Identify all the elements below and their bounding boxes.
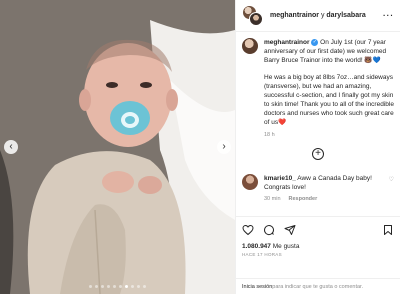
previous-slide-button[interactable]: ‹ bbox=[4, 140, 18, 154]
login-prompt-text: para indicar que te gusta o comentar. bbox=[272, 283, 364, 290]
comment-item: kmarie10_ Aww a Canada Day baby! Congrat… bbox=[242, 174, 394, 204]
avatar[interactable] bbox=[242, 174, 258, 190]
comment-icon[interactable] bbox=[263, 224, 275, 236]
collab-avatars[interactable] bbox=[242, 4, 264, 27]
likes-label: Me gusta bbox=[272, 243, 300, 250]
carousel-dot bbox=[137, 285, 140, 288]
carousel-dot bbox=[125, 285, 128, 288]
chevron-right-icon: › bbox=[222, 141, 226, 152]
post-authors: meghantrainor y darylsabara bbox=[270, 12, 366, 19]
instagram-post: ‹ › meghantrainor y darylsabara ··· megh… bbox=[0, 0, 400, 294]
avatar[interactable] bbox=[242, 38, 258, 54]
load-more-comments: + bbox=[242, 148, 394, 160]
carousel-dot bbox=[95, 285, 98, 288]
plus-circle-icon[interactable]: + bbox=[312, 148, 324, 160]
post-header: meghantrainor y darylsabara ··· bbox=[236, 0, 400, 32]
login-prompt: Inicia sesión para indicar que te gusta … bbox=[236, 278, 400, 294]
comments-section: meghantrainor ✓ On July 1st (our 7 year … bbox=[236, 32, 400, 216]
caption-text: He was a big boy at 8lbs 7oz…and sideway… bbox=[264, 74, 394, 126]
next-slide-button[interactable]: › bbox=[217, 140, 231, 154]
action-icons bbox=[242, 222, 394, 238]
reply-button[interactable]: Responder bbox=[289, 195, 318, 204]
post-caption: meghantrainor ✓ On July 1st (our 7 year … bbox=[242, 38, 394, 140]
login-link[interactable]: Inicia sesión bbox=[242, 284, 272, 290]
bookmark-icon[interactable] bbox=[382, 224, 394, 236]
comment-body: kmarie10_ Aww a Canada Day baby! Congrat… bbox=[264, 174, 385, 204]
comment-meta: 30 min Responder bbox=[264, 195, 385, 204]
caption-username[interactable]: meghantrainor bbox=[264, 39, 310, 46]
chevron-left-icon: ‹ bbox=[9, 141, 13, 152]
carousel-dot bbox=[101, 285, 104, 288]
avatar bbox=[249, 11, 263, 26]
share-icon[interactable] bbox=[284, 224, 296, 236]
carousel-indicator bbox=[0, 285, 235, 288]
caption-timestamp: 18 h bbox=[264, 132, 275, 138]
carousel-dot bbox=[119, 285, 122, 288]
carousel-dot bbox=[143, 285, 146, 288]
ellipsis-icon[interactable]: ··· bbox=[383, 11, 394, 20]
author-link[interactable]: meghantrainor bbox=[270, 12, 319, 19]
post-timestamp: HACE 17 HORAS bbox=[242, 252, 282, 257]
post-photo[interactable]: ‹ › bbox=[0, 0, 235, 294]
like-comment-heart-icon[interactable]: ♡ bbox=[389, 176, 394, 204]
heart-icon[interactable] bbox=[242, 224, 254, 236]
comment-timestamp: 30 min bbox=[264, 196, 281, 202]
carousel-dot bbox=[89, 285, 92, 288]
verified-badge-icon: ✓ bbox=[311, 38, 319, 46]
carousel-dot bbox=[107, 285, 110, 288]
post-side-panel: meghantrainor y darylsabara ··· meghantr… bbox=[235, 0, 400, 294]
likes-number: 1.080.947 bbox=[242, 243, 271, 250]
comment-username[interactable]: kmarie10_ bbox=[264, 175, 296, 182]
author-link[interactable]: darylsabara bbox=[326, 12, 365, 19]
baby-photo-illustration bbox=[0, 0, 235, 294]
carousel-dot bbox=[113, 285, 116, 288]
caption-body: meghantrainor ✓ On July 1st (our 7 year … bbox=[264, 38, 394, 140]
likes-count[interactable]: 1.080.947 Me gusta bbox=[242, 243, 394, 250]
carousel-dot bbox=[131, 285, 134, 288]
